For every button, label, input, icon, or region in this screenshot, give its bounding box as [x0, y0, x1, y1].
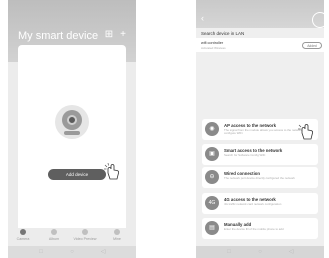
back-icon[interactable]: ◁ — [288, 249, 294, 255]
smart-icon: ▣ — [205, 147, 219, 161]
tab-label: Camera — [16, 237, 30, 241]
tab-label: Mine — [113, 237, 121, 241]
tab-album[interactable]: Album — [41, 228, 67, 241]
add-device-button[interactable]: Add device — [48, 169, 106, 180]
home-icon[interactable]: ○ — [69, 249, 75, 255]
tab-label: Video Preview — [73, 237, 97, 241]
option-manually-add[interactable]: ▤ Manually add Enter the device ID of th… — [202, 218, 318, 239]
option-ap-access[interactable]: ◉ AP access to the network The signal fr… — [202, 119, 318, 140]
option-smart-access[interactable]: ▣ Smart access to the network Search for… — [202, 144, 318, 165]
device-card: Add device — [18, 45, 126, 235]
camera-icon — [20, 229, 26, 235]
video-preview-icon — [82, 229, 88, 235]
lan-add-button[interactable]: Added — [302, 42, 322, 49]
option-description: 4G traffic network card network configur… — [224, 202, 282, 206]
plus-icon[interactable]: + — [118, 30, 128, 40]
home-icon[interactable]: ○ — [257, 249, 263, 255]
tab-label: Album — [48, 237, 60, 241]
tab-camera[interactable]: Camera — [10, 228, 36, 241]
mine-icon — [114, 229, 120, 235]
add-device-screen: ‹ Search device in LAN wifi controller A… — [196, 0, 324, 258]
back-icon[interactable]: ◁ — [100, 249, 106, 255]
lan-search-label: Search device in LAN — [201, 31, 245, 36]
recent-apps-icon[interactable]: □ — [226, 249, 232, 255]
back-arrow-icon[interactable]: ‹ — [201, 14, 204, 23]
option-description: The signal from the module allows you ac… — [224, 128, 306, 136]
4g-icon: 4G — [205, 196, 219, 210]
option-description: Enter the device ID of the mobile phone … — [224, 227, 284, 231]
lan-device-row[interactable]: wifi controller Activated Wireless Added — [196, 38, 324, 52]
pointer-hand-icon — [298, 124, 313, 140]
camera-lens — [67, 115, 77, 125]
lan-device-name: wifi controller — [201, 41, 224, 45]
option-description: The network port device directly configu… — [224, 176, 295, 180]
option-description: Search for Software Config WiFi — [224, 153, 266, 157]
page-title: My smart device — [18, 30, 99, 42]
lan-device-status: Activated Wireless — [201, 46, 226, 50]
option-4g-access[interactable]: 4G 4G access to the network 4G traffic n… — [202, 193, 318, 214]
tab-video-preview[interactable]: Video Preview — [72, 228, 98, 241]
header-bar — [196, 0, 324, 28]
refresh-icon[interactable] — [312, 12, 324, 28]
album-icon — [51, 229, 57, 235]
recent-apps-icon[interactable]: □ — [38, 249, 44, 255]
wired-icon: ⊖ — [205, 170, 219, 184]
system-nav-bar: □ ○ ◁ — [196, 246, 324, 258]
manual-icon: ▤ — [205, 221, 219, 235]
camera-stand — [64, 131, 80, 135]
system-nav-bar: □ ○ ◁ — [8, 246, 136, 258]
pointer-hand-icon — [104, 163, 119, 180]
wifi-icon: ◉ — [205, 122, 219, 136]
bottom-tab-bar: Camera Album Video Preview Mine — [8, 228, 136, 246]
tab-mine[interactable]: Mine — [104, 228, 130, 241]
my-smart-device-screen: My smart device ⊞ + Add device Camera Al… — [8, 0, 136, 258]
grid-icon[interactable]: ⊞ — [104, 30, 114, 40]
option-wired-connection[interactable]: ⊖ Wired connection The network port devi… — [202, 167, 318, 188]
